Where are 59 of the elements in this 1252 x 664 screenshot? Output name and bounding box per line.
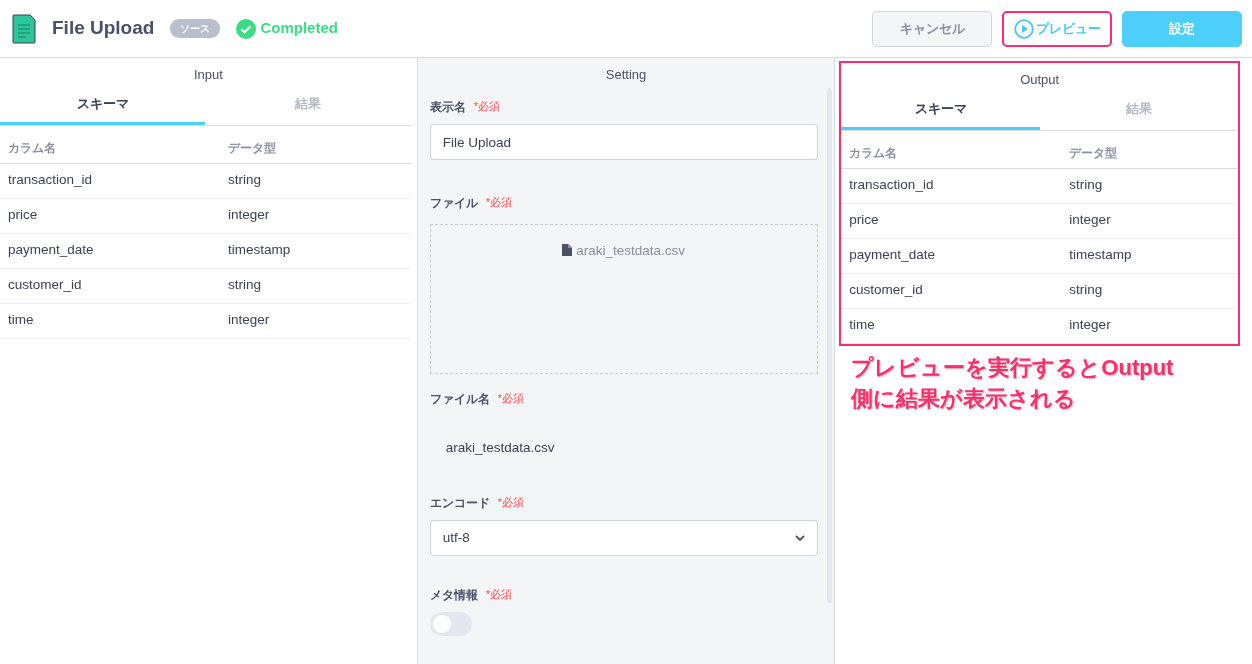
tab[interactable]: スキーマ [841, 93, 1040, 130]
output-panel-title: Output [1019, 71, 1061, 89]
table-cell-text: timestamp [228, 241, 291, 260]
table-cell-text: string [228, 276, 261, 295]
document-icon [12, 13, 36, 44]
column-header: カラム名 [7, 140, 57, 157]
table-cell-text: string [1069, 281, 1103, 300]
table-cell-text: integer [228, 206, 270, 225]
table-cell-text: customer_id [848, 281, 924, 300]
field-label: エンコード [429, 495, 490, 513]
tab[interactable]: 結果 [1039, 93, 1239, 130]
field-label: ファイル名 [429, 391, 490, 408]
preview-button[interactable]: プレビュー [1002, 10, 1112, 47]
table-cell-text: transaction_id [848, 176, 935, 195]
node-title: File Upload [52, 16, 155, 41]
table-cell-text: integer [228, 311, 270, 330]
field-label: ファイル [429, 195, 478, 212]
table-cell-text: integer [1069, 316, 1111, 335]
field-label: メタ情報 [429, 587, 478, 605]
column-header: データ型 [228, 140, 276, 157]
file-drop-area[interactable]: araki_testdata.csv [429, 224, 818, 374]
required-mark: *必須 [473, 99, 500, 114]
source-badge: ソース [170, 19, 221, 38]
table-cell-text: price [7, 206, 39, 225]
encoding-select[interactable]: utf-8 [429, 520, 818, 557]
annotation-text: プレビューを実行するとOutput 側に結果が表示される [851, 353, 1175, 414]
play-icon [1013, 18, 1034, 39]
table-cell-text: timestamp [1069, 246, 1132, 265]
file-name: araki_testdata.csv [576, 242, 686, 260]
table-cell-text: string [228, 171, 261, 190]
required-mark: *必須 [497, 391, 524, 406]
text-field[interactable]: File Upload [429, 124, 818, 160]
table-cell-text: integer [1069, 211, 1111, 230]
required-mark: *必須 [485, 195, 512, 210]
required-mark: *必須 [485, 587, 512, 603]
tab[interactable]: スキーマ [0, 88, 206, 125]
settings-button[interactable]: 設定 [1122, 10, 1242, 47]
required-mark: *必須 [497, 495, 524, 511]
tab[interactable]: 結果 [205, 88, 411, 125]
table-cell-text: string [1069, 176, 1103, 195]
chevron-down-icon [794, 534, 805, 542]
table-cell-text: time [7, 311, 35, 330]
field-label: 表示名 [429, 99, 466, 116]
toggle-switch[interactable] [429, 612, 472, 637]
table-cell-text: transaction_id [7, 171, 94, 190]
column-header: カラム名 [848, 145, 899, 162]
column-header: データ型 [1069, 145, 1118, 162]
status-text: Completed [260, 18, 338, 39]
check-circle-icon [236, 18, 257, 39]
table-cell-text: time [848, 316, 876, 335]
table-cell-text: payment_date [848, 246, 936, 265]
cancel-button[interactable]: キャンセル [872, 10, 992, 47]
input-panel-title: Input [192, 66, 224, 84]
file-name-value: araki_testdata.csv [444, 439, 555, 457]
table-cell-text: price [848, 211, 880, 230]
table-cell-text: payment_date [7, 241, 95, 260]
setting-panel-title: Setting [604, 66, 648, 84]
file-icon [562, 244, 573, 256]
table-cell-text: customer_id [7, 276, 83, 295]
